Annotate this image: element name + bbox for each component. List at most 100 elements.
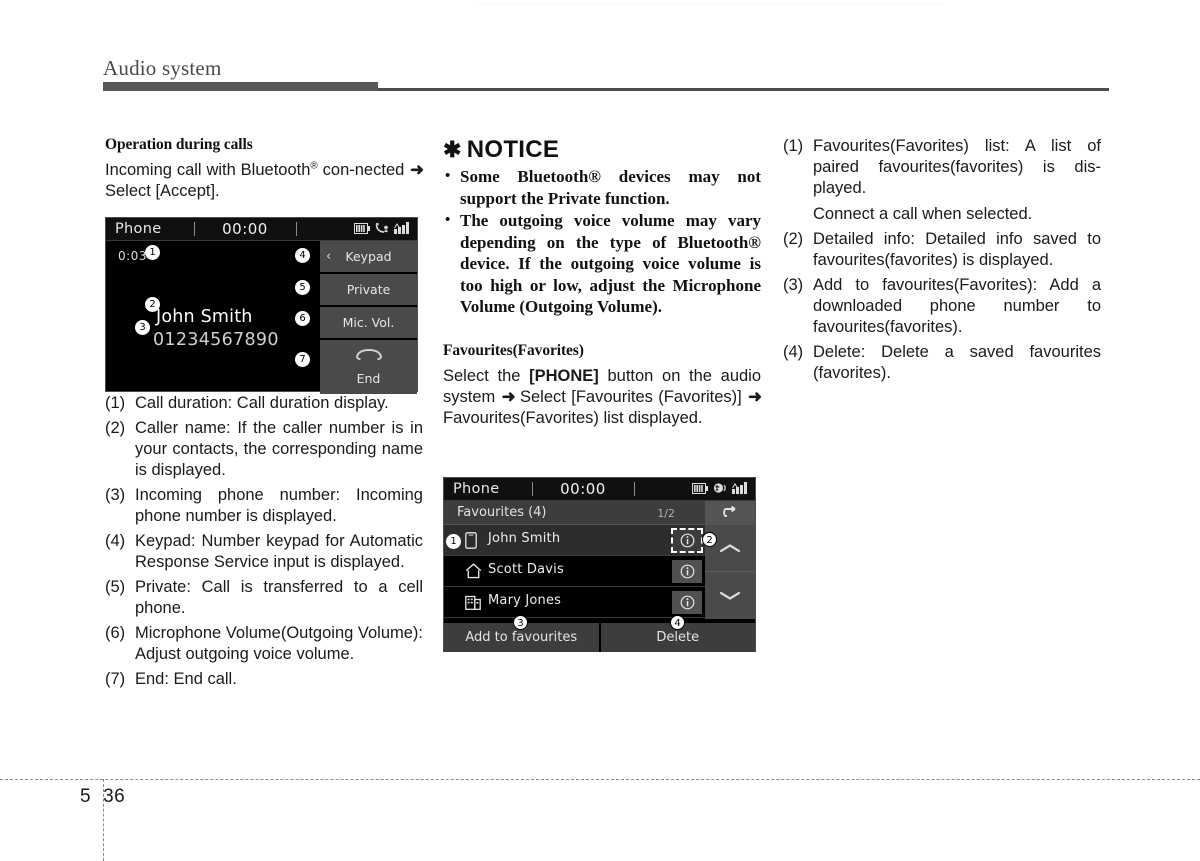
call-screen-legend-list: (1) Call duration: Call duration display.… <box>105 393 423 690</box>
notice-item-text: The outgoing voice volume may vary depen… <box>460 211 761 316</box>
caller-name-value: John Smith <box>156 307 253 327</box>
list-item: (3) Add to favourites(Favorites): Add a d… <box>783 275 1101 338</box>
page-number: 36 <box>103 786 126 807</box>
mic-volume-button-label: Mic. Vol. <box>342 315 395 330</box>
detailed-info-button[interactable] <box>671 528 703 553</box>
bluetooth-mic-icon <box>713 482 727 494</box>
header-rule-thin <box>378 88 1109 91</box>
call-screen-status-bar: Phone 00:00 <box>106 218 417 241</box>
back-arrow-icon <box>721 506 739 520</box>
status-bar-separator <box>194 222 195 236</box>
list-item[interactable]: Scott Davis <box>444 556 707 587</box>
list-text: Caller name: If the caller number is in … <box>135 419 423 479</box>
page-indicator: 1/2 <box>657 507 675 520</box>
list-item: (1) Call duration: Call duration display. <box>105 393 423 414</box>
private-button[interactable]: Private <box>320 274 417 305</box>
header-rule-thick <box>103 82 378 91</box>
callout-6: 6 <box>295 311 310 326</box>
notice-item: • Some Bluetooth® devices may not support… <box>443 166 761 209</box>
favourites-list: John Smith Scott Davis Mary Jones <box>444 525 707 619</box>
list-marker: (4) <box>105 532 126 550</box>
arrow-icon: ➜ <box>410 161 424 179</box>
list-marker: (5) <box>105 578 126 596</box>
notice-list: • Some Bluetooth® devices may not support… <box>443 166 761 318</box>
list-item-label: John Smith <box>488 531 561 546</box>
list-marker: (3) <box>105 486 126 504</box>
battery-icon <box>692 482 708 494</box>
notice-item-text: Some Bluetooth® devices may not support … <box>460 167 761 208</box>
bullet-icon: • <box>445 212 451 228</box>
status-bar-clock: 00:00 <box>560 480 606 498</box>
list-text: Incoming phone number: Incoming phone nu… <box>135 486 423 525</box>
bluetooth-phone-icon <box>375 222 389 234</box>
list-item[interactable]: John Smith <box>444 525 707 556</box>
phone-button-reference: [PHONE] <box>529 366 599 385</box>
list-item: (4) Delete: Delete a saved favourites (fa… <box>783 342 1101 384</box>
end-call-handset-icon <box>355 349 383 361</box>
status-bar-clock: 00:00 <box>222 220 268 238</box>
list-item[interactable]: Mary Jones <box>444 587 707 618</box>
list-item: (6) Microphone Volume(Outgoing Volume): A… <box>105 623 423 665</box>
detailed-info-button[interactable] <box>672 591 702 614</box>
callout-2: 2 <box>145 297 160 312</box>
call-button-panel: ‹ Keypad Private Mic. Vol. End <box>320 241 417 394</box>
callout-2: 2 <box>702 532 717 547</box>
status-bar-title: Phone <box>453 481 500 497</box>
intro-text-end: Select [Accept]. <box>105 182 220 200</box>
list-text: Microphone Volume(Outgoing Volume): Adju… <box>135 624 423 663</box>
signal-bars-icon <box>394 222 411 234</box>
detailed-info-button[interactable] <box>672 560 702 583</box>
callout-1: 1 <box>446 534 461 549</box>
list-text: Favourites(Favorites) list: A list of pa… <box>813 137 1101 197</box>
back-button[interactable] <box>705 501 755 525</box>
notice-asterisk-icon: ✱ <box>443 137 462 162</box>
mic-volume-button[interactable]: Mic. Vol. <box>320 307 417 338</box>
mobile-phone-icon <box>465 532 477 553</box>
list-item: (2) Caller name: If the caller number is … <box>105 418 423 481</box>
callout-4: 4 <box>295 248 310 263</box>
list-marker: (6) <box>105 624 126 642</box>
notice-item: • The outgoing voice volume may vary depe… <box>443 210 761 318</box>
list-text: Call duration: Call duration display. <box>135 394 389 412</box>
battery-icon <box>354 222 370 234</box>
list-marker: (1) <box>783 137 804 155</box>
signal-bars-icon <box>732 482 749 494</box>
fav-screen-status-bar: Phone 00:00 <box>444 478 755 501</box>
list-text: Detailed info: Detailed info saved to fa… <box>813 230 1101 269</box>
caller-number-value: 01234567890 <box>153 330 279 350</box>
list-marker: (3) <box>783 276 804 294</box>
scan-artifact <box>478 2 943 6</box>
column-2: ✱ NOTICE • Some Bluetooth® devices may not… <box>443 136 762 435</box>
call-screen-body: 0:03 John Smith 01234567890 ‹ Keypad Pri… <box>106 241 417 394</box>
fav-text-3: Select [Favourites (Favorites)] <box>514 387 748 406</box>
page-folio: 5 36 <box>80 786 125 808</box>
callout-7: 7 <box>295 352 310 367</box>
fav-text-4: Favourites(Favorites) list displayed. <box>443 408 703 427</box>
end-call-button[interactable]: End <box>320 340 417 394</box>
operation-intro-paragraph: Incoming call with Bluetooth® con-nected… <box>105 160 424 202</box>
fav-text-1: Select the <box>443 366 530 385</box>
list-item: (1) Favourites(Favorites) list: A list o… <box>783 136 1101 225</box>
favourites-intro-paragraph: Select the [PHONE] button on the audio s… <box>443 366 762 429</box>
status-bar-separator <box>634 482 635 496</box>
intro-text-before: Incoming call with Bluetooth <box>105 161 311 179</box>
callout-5: 5 <box>295 280 310 295</box>
list-text: Private: Call is transferred to a cell p… <box>135 578 423 617</box>
delete-button-label: Delete <box>656 630 700 645</box>
page-header: Audio system <box>103 55 1109 95</box>
favourites-body: Favourites (4) 1/2 John Smith Scott Davi… <box>444 501 755 652</box>
callout-1: 1 <box>145 245 160 260</box>
favourites-sub-bar: Favourites (4) 1/2 <box>444 501 755 525</box>
keypad-button[interactable]: ‹ Keypad <box>320 241 417 272</box>
list-item: (3) Incoming phone number: Incoming phone… <box>105 485 423 527</box>
private-button-label: Private <box>346 282 391 297</box>
scroll-down-button[interactable] <box>705 572 755 618</box>
list-text: Delete: Delete a saved favourites (favor… <box>813 343 1101 382</box>
callout-3: 3 <box>135 320 150 335</box>
end-call-button-label: End <box>356 371 381 386</box>
status-bar-icons <box>354 222 411 234</box>
status-bar-title: Phone <box>115 221 162 237</box>
list-marker: (2) <box>783 230 804 248</box>
chapter-title: Audio system <box>103 56 222 80</box>
bullet-icon: • <box>445 168 451 184</box>
